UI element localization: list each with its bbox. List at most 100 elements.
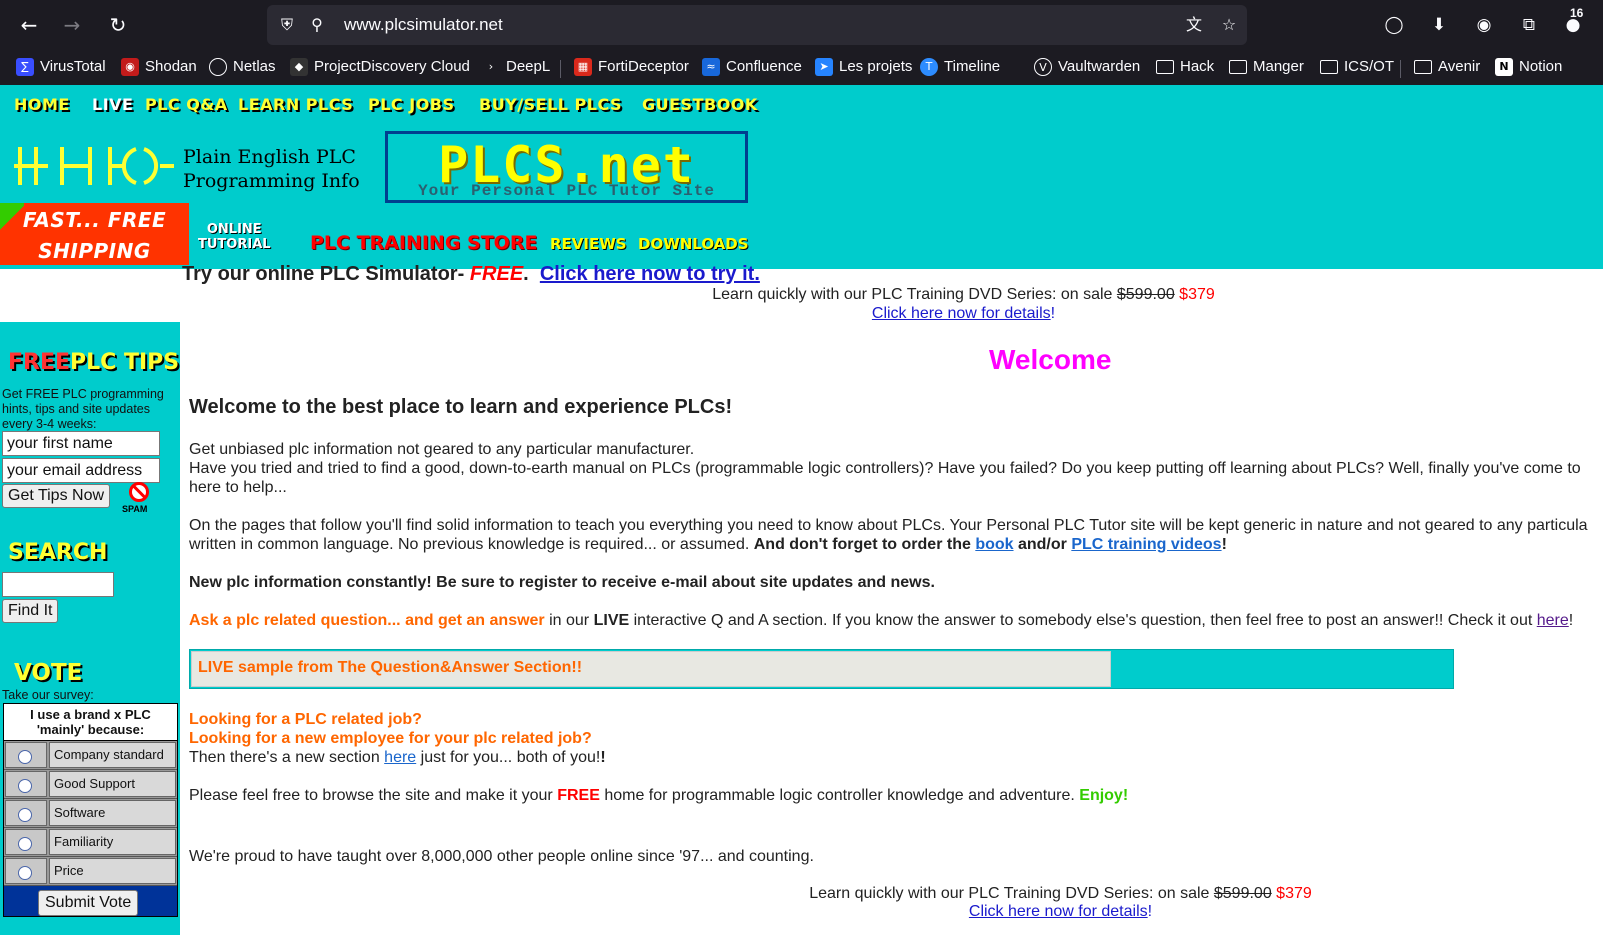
promo-text: Try our online PLC Simulator- (182, 263, 465, 285)
reload-icon[interactable]: ↻ (103, 10, 133, 40)
job-line-1: Looking for a PLC related job? (189, 710, 422, 729)
try-simulator-link[interactable]: Click here now to try it. (540, 263, 760, 285)
nav-plc-training-store[interactable]: PLC TRAINING STORE (310, 232, 537, 254)
account-icon[interactable]: ◉ (1469, 10, 1499, 40)
get-tips-button[interactable]: Get Tips Now (2, 484, 111, 508)
training-videos-link[interactable]: PLC training videos (1071, 536, 1221, 553)
nav-plc-qa[interactable]: PLC Q&A (145, 95, 228, 114)
nav-plc-jobs[interactable]: PLC JOBS (368, 95, 455, 114)
email-input[interactable]: your email address (2, 458, 160, 483)
bookmark-timeline[interactable]: T Timeline (920, 55, 1000, 79)
plc-logic-symbol-logo[interactable] (14, 141, 174, 191)
bookmark-folder-hack[interactable]: Hack (1156, 55, 1214, 79)
nav-learn-plcs[interactable]: LEARN PLCS (238, 95, 353, 114)
poll-option-label: Software (49, 800, 176, 826)
bookmark-folder-avenir[interactable]: Avenir (1414, 55, 1480, 79)
intro-line-2: Have you tried and tried to find a good,… (189, 460, 1581, 477)
bookmark-notion[interactable]: N Notion (1495, 55, 1562, 79)
nav-guestbook[interactable]: GUESTBOOK (642, 95, 758, 114)
poll-option[interactable]: Company standard (4, 741, 177, 770)
poll-option[interactable]: Price (4, 857, 177, 886)
poll-option[interactable]: Software (4, 799, 177, 828)
bookmark-netlas[interactable]: Netlas (209, 55, 276, 79)
radio-button[interactable] (18, 866, 32, 880)
shipping-line-1: FAST... FREE (22, 208, 167, 232)
browse-text-b: home for programmable logic controller k… (604, 787, 1075, 804)
translate-icon[interactable]: 文 (1182, 13, 1206, 37)
bookmark-projectdiscovery[interactable]: ◆ ProjectDiscovery Cloud (290, 55, 470, 79)
poll-radio-cell (5, 771, 47, 797)
bookmark-label: FortiDeceptor (598, 58, 689, 75)
download-icon[interactable]: ⬇ (1424, 10, 1454, 40)
bookmark-label: Netlas (233, 58, 276, 75)
poll-footer: Submit Vote (4, 886, 177, 916)
shield-icon[interactable]: ⛨ (275, 13, 299, 37)
free-shipping-text[interactable]: FAST... FREE SHIPPING (0, 205, 189, 267)
extensions-icon[interactable]: ⧉ (1514, 10, 1544, 40)
shipping-line-2: SHIPPING (38, 239, 151, 263)
dvd-sale-bottom: Learn quickly with our PLC Training DVD … (259, 885, 1603, 903)
bookmark-label: Notion (1519, 58, 1563, 75)
details-link-bottom[interactable]: Click here now for details (969, 903, 1148, 920)
jobs-here-link[interactable]: here (384, 749, 416, 766)
nav-online-tutorial[interactable]: ONLINE TUTORIAL (198, 222, 271, 252)
logo-tagline: Plain English PLC Programming Info (183, 145, 360, 193)
globe-icon (209, 58, 227, 76)
url-bar[interactable]: ⛨ ⚲ www.plcsimulator.net 文 ☆ (267, 5, 1247, 45)
simulator-promo: Try our online PLC Simulator- FREE. Clic… (182, 263, 760, 285)
bookmark-label: Vaultwarden (1058, 58, 1141, 75)
bookmark-vaultwarden[interactable]: V Vaultwarden (1034, 55, 1140, 79)
online-line-1: ONLINE (206, 222, 262, 237)
pocket-icon[interactable]: ◯ (1379, 10, 1409, 40)
bookmark-folder-manger[interactable]: Manger (1229, 55, 1304, 79)
details-link-top[interactable]: Click here now for details (872, 305, 1051, 322)
submit-vote-button[interactable]: Submit Vote (38, 890, 139, 916)
register-text: New plc information constantly! Be sure … (189, 574, 935, 591)
bookmark-star-icon[interactable]: ☆ (1217, 13, 1241, 37)
nav-reviews[interactable]: REVIEWS (550, 235, 627, 253)
forward-arrow-icon[interactable]: → (57, 10, 87, 40)
back-arrow-icon[interactable]: ← (14, 10, 44, 40)
bookmark-virustotal[interactable]: ∑ VirusTotal (16, 55, 106, 79)
radio-button[interactable] (18, 837, 32, 851)
notion-icon: N (1495, 58, 1513, 76)
nav-buy-sell-plcs[interactable]: BUY/SELL PLCS (479, 95, 622, 114)
bookmark-confluence[interactable]: ≈ Confluence (702, 55, 802, 79)
poll-option[interactable]: Familiarity (4, 828, 177, 857)
radio-button[interactable] (18, 750, 32, 764)
ask-question-line: Ask a plc related question... and get an… (189, 612, 1574, 629)
nav-downloads[interactable]: DOWNLOADS (638, 235, 749, 253)
bookmark-fortideceptor[interactable]: ▦ FortiDeceptor (574, 55, 689, 79)
lock-icon[interactable]: ⚲ (305, 13, 329, 37)
bookmark-shodan[interactable]: ◉ Shodan (121, 55, 197, 79)
nav-live[interactable]: LIVE (92, 95, 133, 114)
bookmark-deepl[interactable]: › DeepL (482, 55, 550, 79)
book-link[interactable]: book (975, 536, 1013, 553)
search-input[interactable] (2, 572, 114, 597)
folder-icon (1229, 60, 1247, 74)
poll-option-label: Good Support (49, 771, 176, 797)
intro-line-1: Get unbiased plc information not geared … (189, 441, 695, 458)
qa-description: interactive Q and A section. If you know… (633, 612, 1533, 629)
taught-line: We're proud to have taught over 8,000,00… (189, 848, 814, 865)
deepl-icon: › (488, 60, 494, 73)
url-text[interactable]: www.plcsimulator.net (344, 15, 503, 35)
browse-enjoy: Enjoy! (1079, 787, 1129, 804)
radio-button[interactable] (18, 779, 32, 793)
find-it-button[interactable]: Find It (2, 599, 59, 623)
intro-line-3: here to help... (189, 479, 287, 496)
tips-head-plc-tips: PLC TIPS (70, 350, 180, 375)
info-line-2: written in common language. No previous … (189, 536, 1227, 553)
bookmark-label: Avenir (1438, 58, 1481, 75)
radio-button[interactable] (18, 808, 32, 822)
first-name-input[interactable]: your first name (2, 431, 160, 456)
shodan-icon: ◉ (121, 58, 139, 76)
plcs-net-banner[interactable]: PLCS.net Your Personal PLC Tutor Site (385, 131, 748, 203)
browser-chrome: ← → ↻ ⛨ ⚲ www.plcsimulator.net 文 ☆ ◯ ⬇ ◉… (0, 0, 1603, 85)
poll-option[interactable]: Good Support (4, 770, 177, 799)
qa-here-link[interactable]: here (1537, 612, 1569, 629)
nav-home[interactable]: HOME (14, 95, 70, 114)
bookmark-les-projets[interactable]: ➤ Les projets (815, 55, 912, 79)
jira-icon: ➤ (815, 58, 833, 76)
bookmark-folder-ics-ot[interactable]: ICS/OT (1320, 55, 1394, 79)
